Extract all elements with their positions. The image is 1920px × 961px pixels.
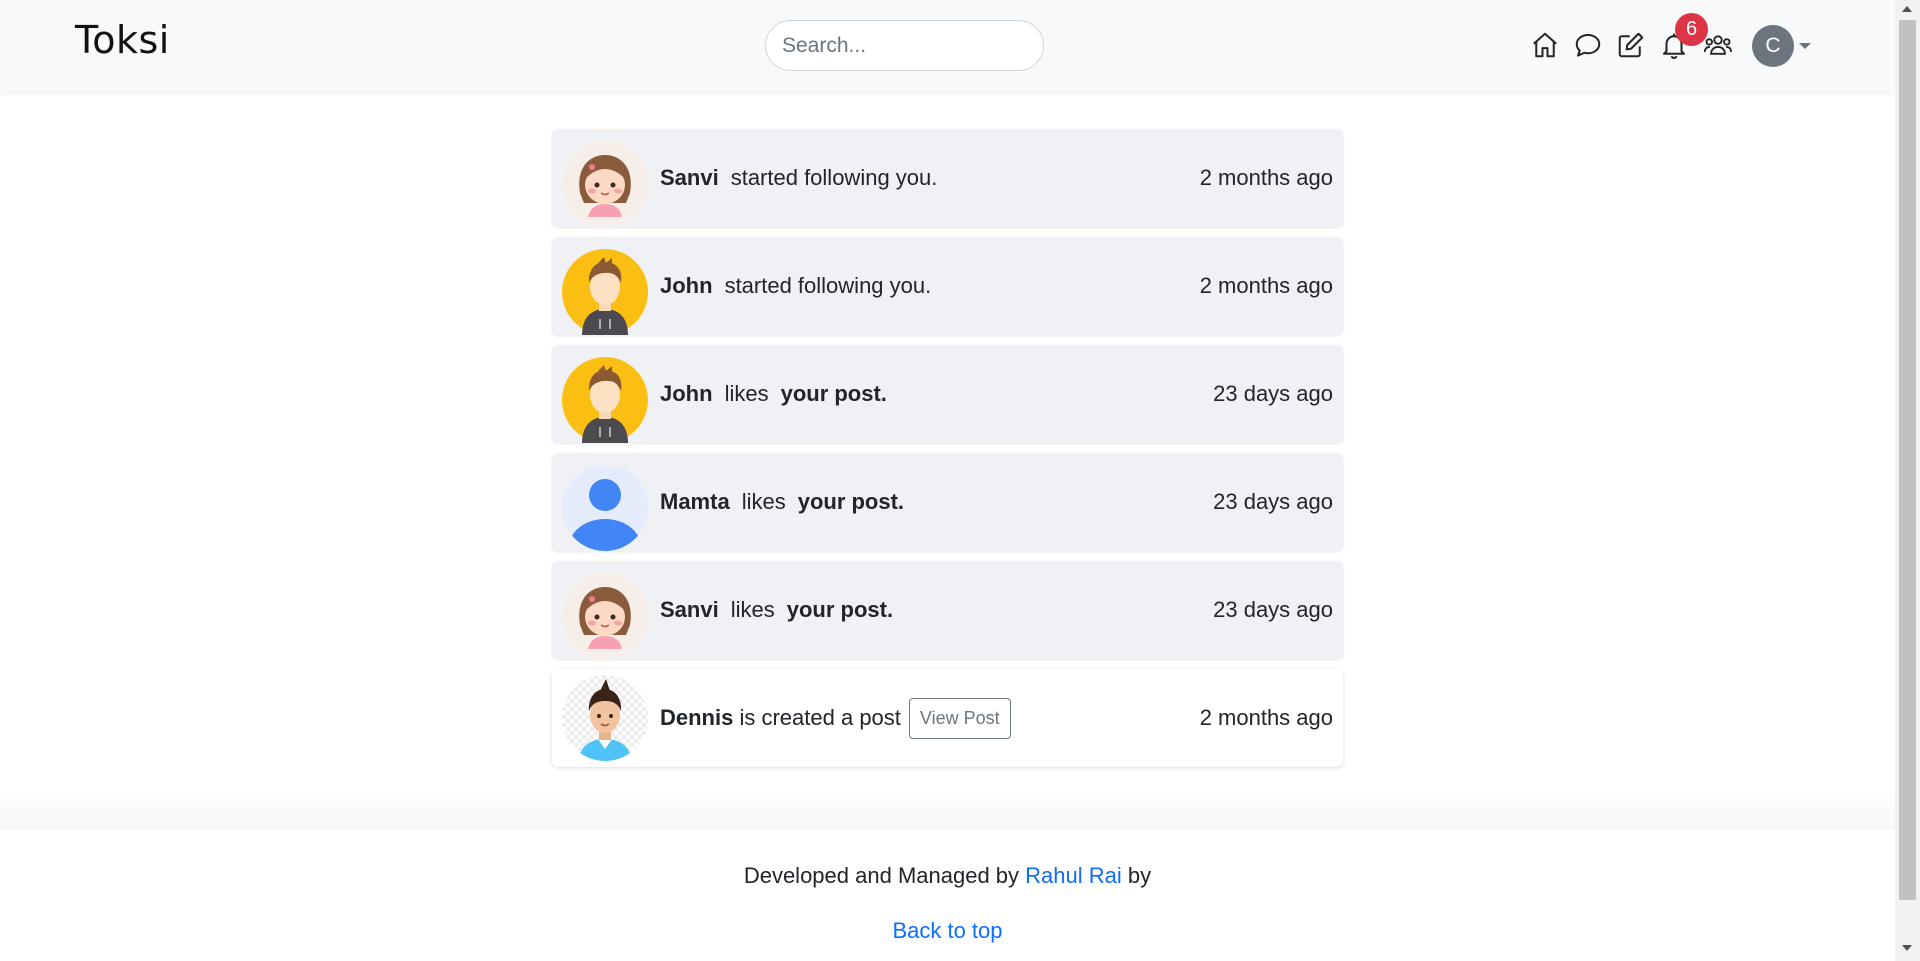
top-navbar: Toksi 6 C — [0, 0, 1895, 91]
notification-text: Mamta likes your post. — [660, 453, 904, 551]
view-post-button[interactable]: View Post — [908, 697, 1011, 739]
notification-item[interactable]: John likes your post. 23 days ago — [552, 345, 1343, 443]
notification-list: Sanvi started following you. 2 months ag… — [552, 129, 1343, 767]
notification-action: likes — [724, 381, 769, 406]
notification-time: 23 days ago — [1213, 489, 1333, 514]
notification-user-name[interactable]: Sanvi — [660, 165, 719, 191]
notification-text: Dennis is created a post View Post — [660, 669, 1011, 767]
scroll-down-arrow-icon[interactable] — [1902, 945, 1912, 951]
notification-text: Sanvi started following you. — [660, 129, 937, 227]
girl-avatar[interactable] — [562, 141, 648, 227]
scroll-up-arrow-icon[interactable] — [1902, 6, 1912, 12]
scrollbar-thumb[interactable] — [1899, 20, 1916, 900]
notification-object-link[interactable]: your post. — [787, 597, 893, 623]
home-icon[interactable] — [1530, 30, 1560, 60]
chat-icon[interactable] — [1573, 30, 1603, 60]
search-input[interactable] — [765, 20, 1044, 71]
notification-item[interactable]: John started following you. 2 months ago — [552, 237, 1343, 335]
notification-user-name[interactable]: John — [660, 273, 713, 299]
notification-text: John likes your post. — [660, 345, 887, 443]
author-link[interactable]: Rahul Rai — [1025, 863, 1122, 888]
notification-text: Sanvi likes your post. — [660, 561, 893, 659]
notification-user-name[interactable]: Mamta — [660, 489, 730, 515]
back-to-top-link[interactable]: Back to top — [0, 918, 1895, 944]
notification-item[interactable]: Mamta likes your post. 23 days ago — [552, 453, 1343, 551]
notification-action: likes — [741, 489, 786, 514]
notification-action: started following you. — [724, 273, 932, 298]
boy-avatar[interactable] — [562, 357, 648, 443]
notification-action: started following you. — [730, 165, 938, 190]
notification-object-link[interactable]: your post. — [781, 381, 887, 407]
notification-user-name[interactable]: Sanvi — [660, 597, 719, 623]
people-icon[interactable] — [1703, 30, 1733, 60]
footer-divider — [0, 790, 1895, 830]
footer-suffix: by — [1127, 863, 1152, 888]
footer-prefix: Developed and Managed by — [743, 863, 1020, 888]
notification-action: likes — [730, 597, 775, 622]
notification-time: 23 days ago — [1213, 381, 1333, 406]
notification-text: John started following you. — [660, 237, 931, 335]
edit-icon[interactable] — [1616, 30, 1646, 60]
default-user-avatar[interactable] — [562, 465, 648, 551]
notification-action: is created a post — [739, 705, 901, 730]
notification-time: 23 days ago — [1213, 597, 1333, 622]
vertical-scrollbar[interactable] — [1895, 0, 1920, 961]
user-avatar-button[interactable]: C — [1752, 25, 1794, 67]
girl-avatar[interactable] — [562, 573, 648, 659]
notification-user-name[interactable]: John — [660, 381, 713, 407]
notification-user-name[interactable]: Dennis — [660, 705, 733, 731]
notification-object-link[interactable]: your post. — [798, 489, 904, 515]
brand-logo[interactable]: Toksi — [75, 18, 170, 62]
notification-item[interactable]: Dennis is created a post View Post 2 mon… — [552, 669, 1343, 767]
chevron-down-icon[interactable] — [1799, 43, 1811, 49]
notification-time: 2 months ago — [1199, 705, 1333, 730]
footer: Developed and Managed by Rahul Rai by Ba… — [0, 830, 1895, 961]
boy-avatar[interactable] — [562, 249, 648, 335]
man-avatar[interactable] — [562, 675, 648, 761]
footer-credit: Developed and Managed by Rahul Rai by — [0, 863, 1895, 889]
notification-time: 2 months ago — [1199, 165, 1333, 190]
notification-time: 2 months ago — [1199, 273, 1333, 298]
notification-item[interactable]: Sanvi started following you. 2 months ag… — [552, 129, 1343, 227]
notification-item[interactable]: Sanvi likes your post. 23 days ago — [552, 561, 1343, 659]
